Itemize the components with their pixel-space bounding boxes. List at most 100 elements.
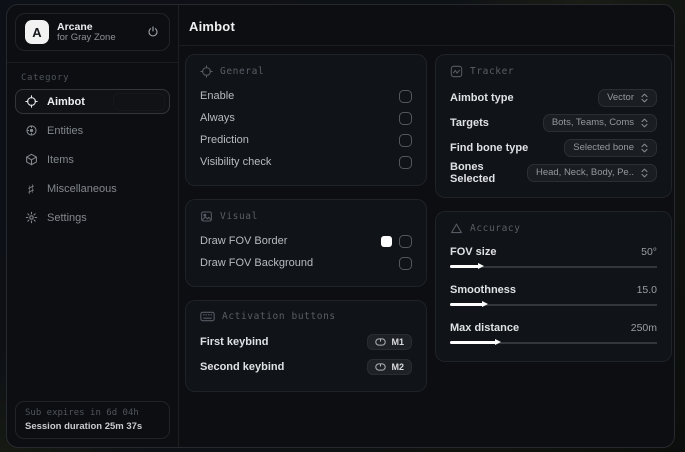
second-keybind-button[interactable]: M2 [367, 358, 412, 375]
row-label: Max distance [450, 322, 520, 334]
sidebar-item-label: Entities [47, 124, 84, 137]
activation-section-header: Activation buttons [200, 311, 412, 322]
fov-border-color-swatch[interactable] [381, 235, 392, 247]
visual-section: Visual Draw FOV Border Draw FOV Backgrou… [185, 199, 427, 287]
app-brand: A Arcane for Gray Zone [15, 13, 170, 51]
mouse-icon [375, 362, 387, 371]
slider-value: 250m [630, 322, 657, 334]
general-section-header: General [200, 65, 412, 78]
toggle-row-enable: Enable [200, 85, 412, 107]
prediction-checkbox[interactable] [399, 133, 412, 147]
keyboard-icon [200, 311, 215, 322]
left-column: General Enable Always Prediction Visibil… [185, 54, 427, 392]
unfold-icon [641, 168, 648, 177]
draw-fov-border-checkbox[interactable] [399, 234, 412, 248]
visual-section-header: Visual [200, 210, 412, 223]
crosshair-icon [200, 65, 213, 78]
image-icon [201, 211, 212, 222]
sidebar-item-label: Aimbot [47, 95, 85, 108]
section-title: General [220, 66, 265, 77]
crosshair-icon [24, 95, 38, 109]
unfold-icon [641, 143, 648, 152]
keybind-row-second: Second keybind M2 [200, 354, 412, 379]
sidebar-item-miscellaneous[interactable]: ♯ Miscellaneous [15, 176, 170, 201]
accuracy-section-header: Accuracy [450, 222, 657, 235]
row-label: Targets [450, 116, 489, 129]
arcane-window: A Arcane for Gray Zone Category Aimbot E… [6, 4, 675, 448]
tracker-section-header: Tracker [450, 65, 657, 78]
app-name: Arcane [57, 20, 93, 33]
max-distance-slider[interactable] [450, 338, 657, 347]
ghost-chip [113, 93, 165, 111]
sidebar-item-items[interactable]: Items [15, 147, 170, 172]
row-label: Prediction [200, 134, 249, 146]
accuracy-section: Accuracy FOV size 50° Smoothness 15.0 Ma… [435, 211, 672, 362]
sidebar-item-entities[interactable]: Entities [15, 118, 170, 143]
sidebar-item-aimbot[interactable]: Aimbot [15, 89, 170, 114]
visibility-check-checkbox[interactable] [399, 155, 412, 169]
gear-icon [24, 211, 38, 225]
slider-row-fov-size: FOV size 50° [450, 242, 657, 271]
radar-icon [24, 124, 38, 138]
unfold-icon [641, 118, 648, 127]
aimbot-type-select[interactable]: Vector [598, 88, 657, 107]
always-checkbox[interactable] [399, 111, 412, 125]
slider-fill [450, 338, 501, 345]
toggle-row-visibility-check: Visibility check [200, 151, 412, 173]
keybind-row-first: First keybind M1 [200, 329, 412, 354]
select-row-targets: Targets Bots, Teams, Coms [450, 110, 657, 135]
draw-fov-background-checkbox[interactable] [399, 256, 412, 270]
row-label: Always [200, 112, 235, 124]
slider-fill [450, 300, 489, 307]
slider-row-max-distance: Max distance 250m [450, 318, 657, 347]
smoothness-slider[interactable] [450, 300, 657, 309]
unfold-icon [641, 93, 648, 102]
power-icon[interactable] [146, 25, 160, 39]
toggle-row-draw-fov-background: Draw FOV Background [200, 252, 412, 274]
row-label: First keybind [200, 335, 269, 348]
fov-size-slider[interactable] [450, 262, 657, 271]
cube-icon [24, 153, 38, 167]
row-label: Find bone type [450, 141, 529, 154]
selected-value: Head, Neck, Body, Pe.. [535, 167, 634, 178]
row-label: Second keybind [200, 360, 285, 373]
sidebar-divider [7, 62, 178, 63]
toggle-row-prediction: Prediction [200, 129, 412, 151]
row-label: Enable [200, 90, 235, 102]
select-row-find-bone-type: Find bone type Selected bone [450, 135, 657, 160]
activation-buttons-section: Activation buttons First keybind M1 Seco… [185, 300, 427, 392]
tracker-section: Tracker Aimbot type Vector Targets Bots,… [435, 54, 672, 198]
sidebar-item-label: Settings [47, 211, 87, 224]
first-keybind-button[interactable]: M1 [367, 333, 412, 350]
toggle-row-always: Always [200, 107, 412, 129]
find-bone-type-select[interactable]: Selected bone [564, 138, 657, 157]
brand-text: Arcane for Gray Zone [57, 21, 138, 44]
slider-value: 15.0 [636, 284, 657, 296]
section-title: Accuracy [470, 223, 521, 234]
category-label: Category [21, 73, 70, 83]
section-title: Tracker [470, 66, 515, 77]
slider-row-smoothness: Smoothness 15.0 [450, 280, 657, 309]
selected-value: Selected bone [573, 142, 634, 153]
sidebar-item-label: Items [47, 153, 74, 166]
main-panel: Aimbot General Enable Always Prediction … [179, 5, 674, 447]
keybind-value: M2 [391, 361, 404, 372]
general-section: General Enable Always Prediction Visibil… [185, 54, 427, 186]
select-row-aimbot-type: Aimbot type Vector [450, 85, 657, 110]
sidebar-item-settings[interactable]: Settings [15, 205, 170, 230]
sidebar: A Arcane for Gray Zone Category Aimbot E… [7, 5, 179, 447]
main-header: Aimbot [179, 5, 674, 46]
row-label: Smoothness [450, 284, 517, 296]
slider-value: 50° [641, 246, 657, 258]
right-column: Tracker Aimbot type Vector Targets Bots,… [435, 54, 672, 362]
page-title: Aimbot [189, 19, 235, 34]
selected-value: Bots, Teams, Coms [551, 117, 634, 128]
targets-select[interactable]: Bots, Teams, Coms [542, 113, 657, 132]
slider-fill [450, 262, 484, 269]
sidebar-nav: Aimbot Entities Items ♯ Miscellaneous Se… [7, 89, 178, 230]
hash-icon: ♯ [28, 181, 34, 196]
enable-checkbox[interactable] [399, 89, 412, 103]
bones-selected-select[interactable]: Head, Neck, Body, Pe.. [526, 163, 657, 182]
row-controls [381, 234, 412, 248]
toggle-row-draw-fov-border: Draw FOV Border [200, 230, 412, 252]
